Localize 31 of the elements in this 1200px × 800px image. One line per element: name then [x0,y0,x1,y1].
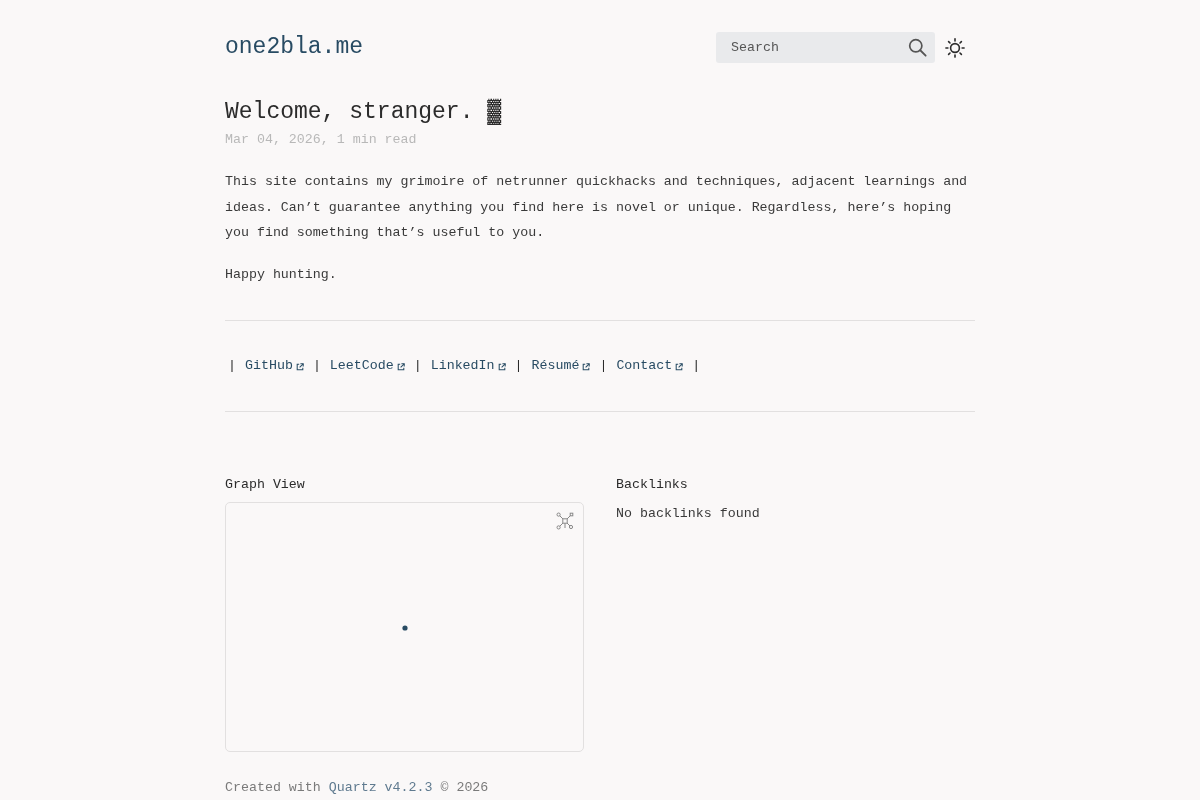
search-icon [908,38,927,57]
body-paragraph: This site contains my grimoire of netrunner quickhacks and techniques, adjacent learnings and ideas. Can’t guarantee anything you find here is novel or unique. Regardless, here’s hoping you find something that’s useful to you. [225,173,969,242]
pipe-separator: | [514,357,523,375]
external-link-icon [675,363,684,371]
pipe-separator: | [228,357,236,375]
search-field[interactable]: Search [716,32,935,63]
site-title-link[interactable]: one2bla.me [225,32,364,63]
external-link[interactable]: Résumé [531,356,591,376]
graph-node-icon[interactable] [402,625,408,631]
external-link[interactable]: GitHub [245,356,304,376]
pipe-separator: | [599,357,608,375]
pipe-separator: | [312,357,321,375]
external-link[interactable]: LinkedIn [430,356,506,376]
external-link-icon [295,363,304,371]
pipe-separator: | [413,357,422,375]
body-paragraph: Happy hunting. [225,265,338,284]
external-link-icon [396,363,405,371]
backlinks-empty-text: No backlinks found [616,505,761,523]
external-link[interactable]: LeetCode [329,356,405,376]
external-link[interactable]: Contact [616,356,684,376]
external-link-icon [582,363,591,371]
article-meta-text: Mar 04, 2026, 1 min read [225,131,418,149]
graph-view-heading: Graph View [225,476,306,494]
pipe-separator: | [692,357,701,375]
footer-link[interactable]: Quartz v4.2.3 [328,780,433,795]
sun-icon[interactable] [945,37,965,58]
graph-icon[interactable] [556,512,574,530]
page-title: Welcome, stranger. ▓ [225,97,503,127]
footer-text: Created with Quartz v4.2.3 © 2026 [225,779,490,797]
external-link-icon [497,363,506,371]
backlinks-heading: Backlinks [616,476,689,494]
